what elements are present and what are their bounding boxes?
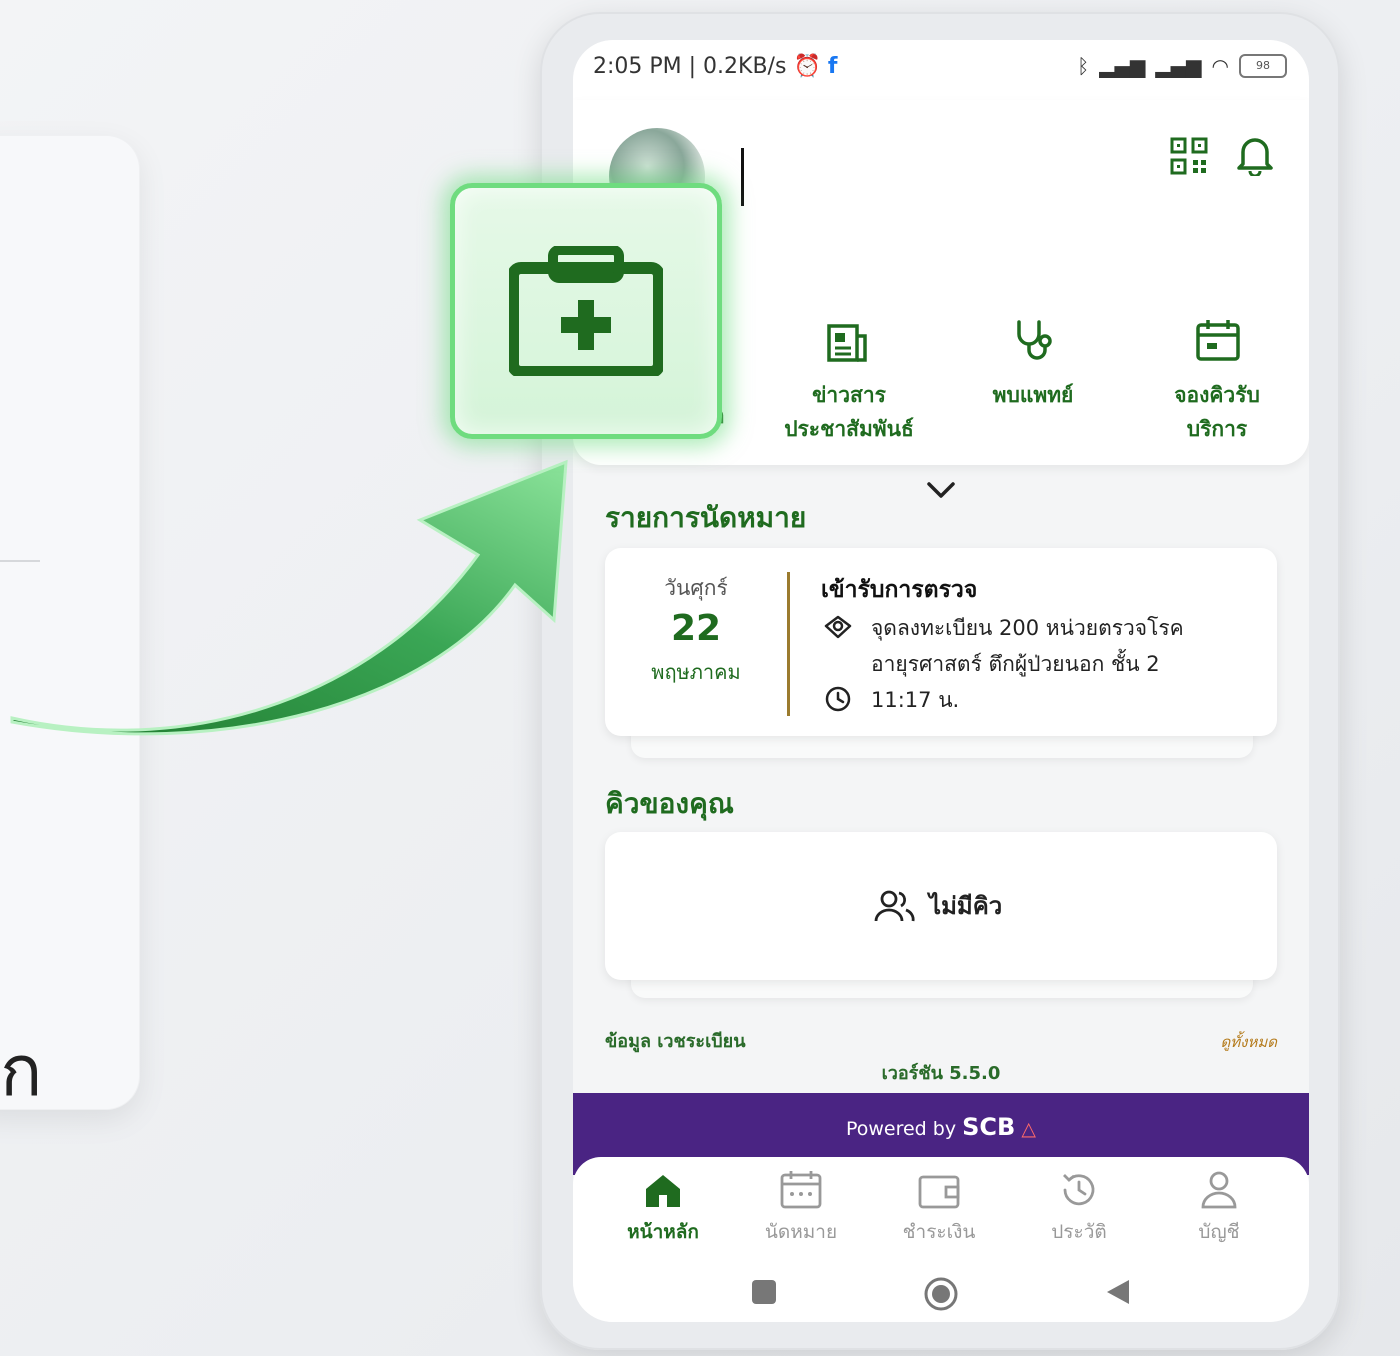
nav-item-home[interactable]: หน้าหลัก (593, 1169, 733, 1247)
menu-item-doctor[interactable]: พบแพทย์ (933, 378, 1133, 412)
powered-by-text: Powered by SCB △ (573, 1113, 1309, 1141)
battery-icon: 98 (1239, 54, 1287, 78)
queue-card: ไม่มีคิว (605, 832, 1277, 980)
clock-icon (825, 686, 851, 712)
appointment-location-line1: จุดลงทะเบียน 200 หน่วยตรวจโรค (871, 616, 1184, 640)
menu-item-news-line2: ประชาสัมพันธ์ (784, 417, 914, 441)
nav-item-account[interactable]: บัญชี (1149, 1169, 1289, 1247)
back-system-button[interactable] (1103, 1277, 1133, 1307)
chevron-down-icon[interactable] (923, 478, 959, 502)
queue-title: คิวของคุณ (605, 787, 734, 820)
home-icon (646, 1175, 680, 1207)
recent-apps-button[interactable] (749, 1277, 779, 1307)
appointment-title: เข้ารับการตรวจ (821, 577, 978, 603)
home-system-button[interactable] (921, 1277, 961, 1311)
qr-code-icon[interactable] (1169, 136, 1209, 176)
view-all-link[interactable]: ดูทั้งหมด (1221, 1030, 1277, 1054)
nav-label-history: ประวัติ (1051, 1221, 1107, 1243)
menu-item-doctor-line1: พบแพทย์ (992, 383, 1074, 407)
nav-label-account: บัญชี (1198, 1221, 1240, 1243)
menu-item-booking-line1: จองคิวรับ (1174, 383, 1260, 407)
appointments-title: รายการนัดหมาย (605, 501, 807, 534)
status-time: 2:05 PM | 0.2KB/s ⏰ f (593, 54, 837, 79)
powered-prefix: Powered by (845, 1118, 957, 1140)
bluetooth-icon: ᛒ (1077, 54, 1090, 78)
nav-label-appointments: นัดหมาย (764, 1221, 838, 1243)
appointment-time: 11:17 น. (871, 688, 960, 712)
queue-empty-state: ไม่มีคิว (873, 886, 1002, 925)
status-bar: 2:05 PM | 0.2KB/s ⏰ f ᛒ ▂▄▆ ▂▄▆ ◠ 98 (573, 40, 1309, 100)
signal-icon: ▂▄▆ (1099, 54, 1146, 78)
appointment-card[interactable]: วันศุกร์ 22 พฤษภาคม เข้ารับการตรวจ จุดลง… (605, 548, 1277, 736)
nav-label-home: หน้าหลัก (627, 1221, 699, 1243)
nav-item-history[interactable]: ประวัติ (1009, 1169, 1149, 1247)
scb-brand: SCB (962, 1113, 1016, 1141)
menu-item-news[interactable]: ข่าวสาร ประชาสัมพันธ์ (749, 378, 949, 446)
appointment-month: พฤษภาคม (651, 660, 741, 684)
nav-label-payment: ชำระเงิน (902, 1221, 976, 1243)
appointment-divider (787, 572, 790, 716)
wallet-icon (918, 1175, 960, 1209)
footer-left-text: ข้อมูล เวชระเบียน (605, 1031, 746, 1052)
user-icon (1201, 1171, 1237, 1209)
highlight-arrow (10, 459, 568, 736)
queue-empty-text: ไม่มีคิว (929, 892, 1003, 920)
background-glyph: ก (0, 1030, 43, 1112)
facebook-icon: f (827, 54, 838, 79)
user-name-placeholder (741, 148, 744, 206)
menu-item-news-line1: ข่าวสาร (812, 383, 886, 407)
alarm-icon: ⏰ (793, 54, 821, 79)
scb-logo-icon: △ (1021, 1118, 1037, 1140)
calendar-icon (1196, 320, 1240, 361)
highlighted-medical-kit-callout (450, 183, 722, 439)
menu-item-booking[interactable]: จองคิวรับ บริการ (1117, 378, 1309, 446)
appointment-location-line2: อายุรศาสตร์ ตึกผู้ป่วยนอก ชั้น 2 (871, 652, 1160, 676)
location-icon (824, 615, 852, 639)
stethoscope-icon (1017, 320, 1052, 360)
calendar-icon (780, 1171, 822, 1209)
menu-item-booking-line2: บริการ (1186, 417, 1248, 441)
bottom-navigation: หน้าหลัก นัดหมาย ชำระเงิน ประวัติ บัญชี (573, 1157, 1309, 1322)
users-icon (874, 890, 915, 921)
status-icons: ᛒ ▂▄▆ ▂▄▆ ◠ 98 (1077, 54, 1287, 78)
news-icon (827, 324, 867, 362)
appointment-day: วันศุกร์ (664, 576, 728, 600)
nav-item-payment[interactable]: ชำระเงิน (869, 1169, 1009, 1247)
appointment-date: 22 (670, 608, 722, 649)
signal-icon-2: ▂▄▆ (1155, 54, 1202, 78)
app-version: เวอร์ชัน 5.5.0 (881, 1063, 1001, 1084)
status-time-text: 2:05 PM | 0.2KB/s (593, 54, 787, 79)
nav-item-appointments[interactable]: นัดหมาย (731, 1169, 871, 1247)
wifi-icon: ◠ (1211, 54, 1229, 78)
medical-kit-icon (509, 246, 663, 376)
notification-bell-icon[interactable] (1233, 132, 1277, 176)
history-icon (1063, 1174, 1095, 1206)
